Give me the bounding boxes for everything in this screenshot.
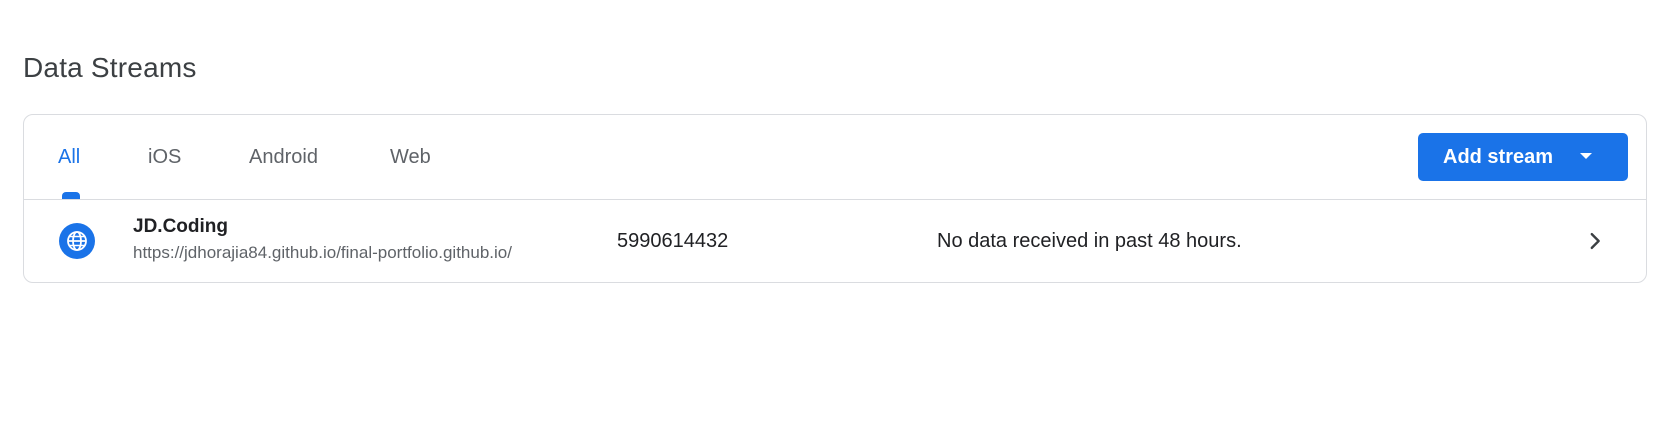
chevron-right-icon[interactable] — [1584, 230, 1606, 252]
tab-ios[interactable]: iOS — [148, 139, 181, 175]
stream-name: JD.Coding — [133, 216, 228, 237]
add-stream-button[interactable]: Add stream — [1418, 133, 1628, 181]
stream-status: No data received in past 48 hours. — [937, 230, 1242, 252]
stream-type-tabs: All iOS Android Web Add stream — [24, 115, 1646, 200]
add-stream-label: Add stream — [1443, 145, 1554, 168]
stream-id: 5990614432 — [617, 230, 729, 252]
tab-android[interactable]: Android — [249, 139, 318, 175]
page-title: Data Streams — [23, 52, 197, 83]
streams-card: All iOS Android Web Add stream JD.Coding… — [23, 114, 1647, 283]
data-streams-page: Data Streams All iOS Android Web Add str… — [0, 0, 1666, 423]
stream-row[interactable]: JD.Coding https://jdhorajia84.github.io/… — [24, 200, 1646, 282]
stream-url: https://jdhorajia84.github.io/final-port… — [133, 243, 512, 262]
active-tab-indicator — [62, 192, 80, 199]
globe-icon — [59, 223, 95, 259]
dropdown-caret-icon — [1580, 153, 1592, 159]
tab-web[interactable]: Web — [390, 139, 431, 175]
tab-all[interactable]: All — [58, 139, 80, 175]
